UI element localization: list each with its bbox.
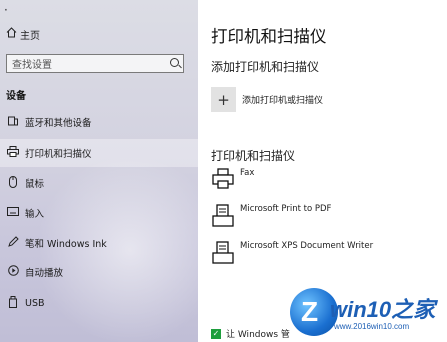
watermark-url: www.2016win10.com [334, 322, 410, 331]
sidebar-item-label: 自动播放 [25, 268, 64, 279]
add-printer-label: 添加打印机或扫描仪 [242, 96, 324, 106]
sidebar-item-label: USB [25, 297, 45, 309]
printer-name: Fax [240, 168, 255, 178]
checkmark-icon[interactable]: ✓ [211, 328, 221, 339]
printer-icon [5, 146, 21, 160]
printer-list-title: 打印机和扫描仪 [211, 149, 296, 163]
windows-manage-default-checkbox[interactable]: ✓ 让 Windows 管 [211, 327, 290, 340]
printer-item-pdf[interactable]: Microsoft Print to PDF [212, 204, 331, 228]
sidebar-item-label: 蓝牙和其他设备 [25, 118, 92, 129]
mouse-icon [5, 175, 21, 191]
sidebar: · 主页 查找设置 设备 蓝牙和其他设备 打印机和扫描仪 鼠标 输入 笔和 Wi… [0, 0, 198, 342]
page-title: 打印机和扫描仪 [211, 27, 327, 46]
home-label: 主页 [20, 30, 40, 42]
add-printer-button[interactable]: + 添加打印机或扫描仪 [211, 87, 323, 112]
sidebar-item-mouse[interactable]: 鼠标 [0, 169, 198, 197]
watermark-title: win10之家 [330, 297, 436, 322]
sidebar-item-autoplay[interactable]: 自动播放 [0, 258, 198, 286]
sidebar-item-label: 鼠标 [25, 179, 45, 190]
autoplay-icon [5, 265, 21, 279]
checkbox-label: 让 Windows 管 [226, 330, 290, 340]
home-link[interactable]: 主页 [6, 25, 40, 43]
sidebar-item-label: 打印机和扫描仪 [25, 149, 92, 160]
usb-icon [5, 295, 21, 311]
watermark-logo: Z win10之家 www.2016win10.com [290, 288, 445, 340]
xps-printer-icon [212, 241, 234, 265]
section-title: 设备 [6, 91, 26, 102]
fax-printer-icon [212, 168, 234, 192]
pen-icon [5, 236, 21, 250]
search-icon[interactable] [170, 58, 179, 67]
sidebar-item-bluetooth[interactable]: 蓝牙和其他设备 [0, 108, 198, 136]
sidebar-item-label: 输入 [25, 209, 45, 220]
sidebar-item-printers[interactable]: 打印机和扫描仪 [0, 139, 198, 167]
printer-name: Microsoft Print to PDF [240, 204, 332, 214]
printer-name: Microsoft XPS Document Writer [240, 241, 374, 251]
plus-icon: + [211, 87, 236, 112]
home-icon [6, 27, 20, 41]
printer-item-fax[interactable]: Fax [212, 168, 254, 192]
pdf-printer-icon [212, 204, 234, 228]
sidebar-item-label: 笔和 Windows Ink [25, 239, 107, 250]
sidebar-item-usb[interactable]: USB [0, 289, 198, 317]
sidebar-item-pen[interactable]: 笔和 Windows Ink [0, 229, 198, 257]
watermark-logo-letter: Z [301, 296, 319, 327]
sidebar-item-input[interactable]: 输入 [0, 199, 198, 227]
printer-item-xps[interactable]: Microsoft XPS Document Writer [212, 241, 373, 265]
add-section-title: 添加打印机和扫描仪 [211, 60, 320, 74]
search-placeholder: 查找设置 [12, 60, 52, 71]
window-menu-glyph[interactable]: · [4, 3, 8, 17]
keyboard-icon [5, 207, 21, 219]
search-input[interactable]: 查找设置 [6, 54, 184, 73]
bluetooth-icon [5, 115, 21, 130]
